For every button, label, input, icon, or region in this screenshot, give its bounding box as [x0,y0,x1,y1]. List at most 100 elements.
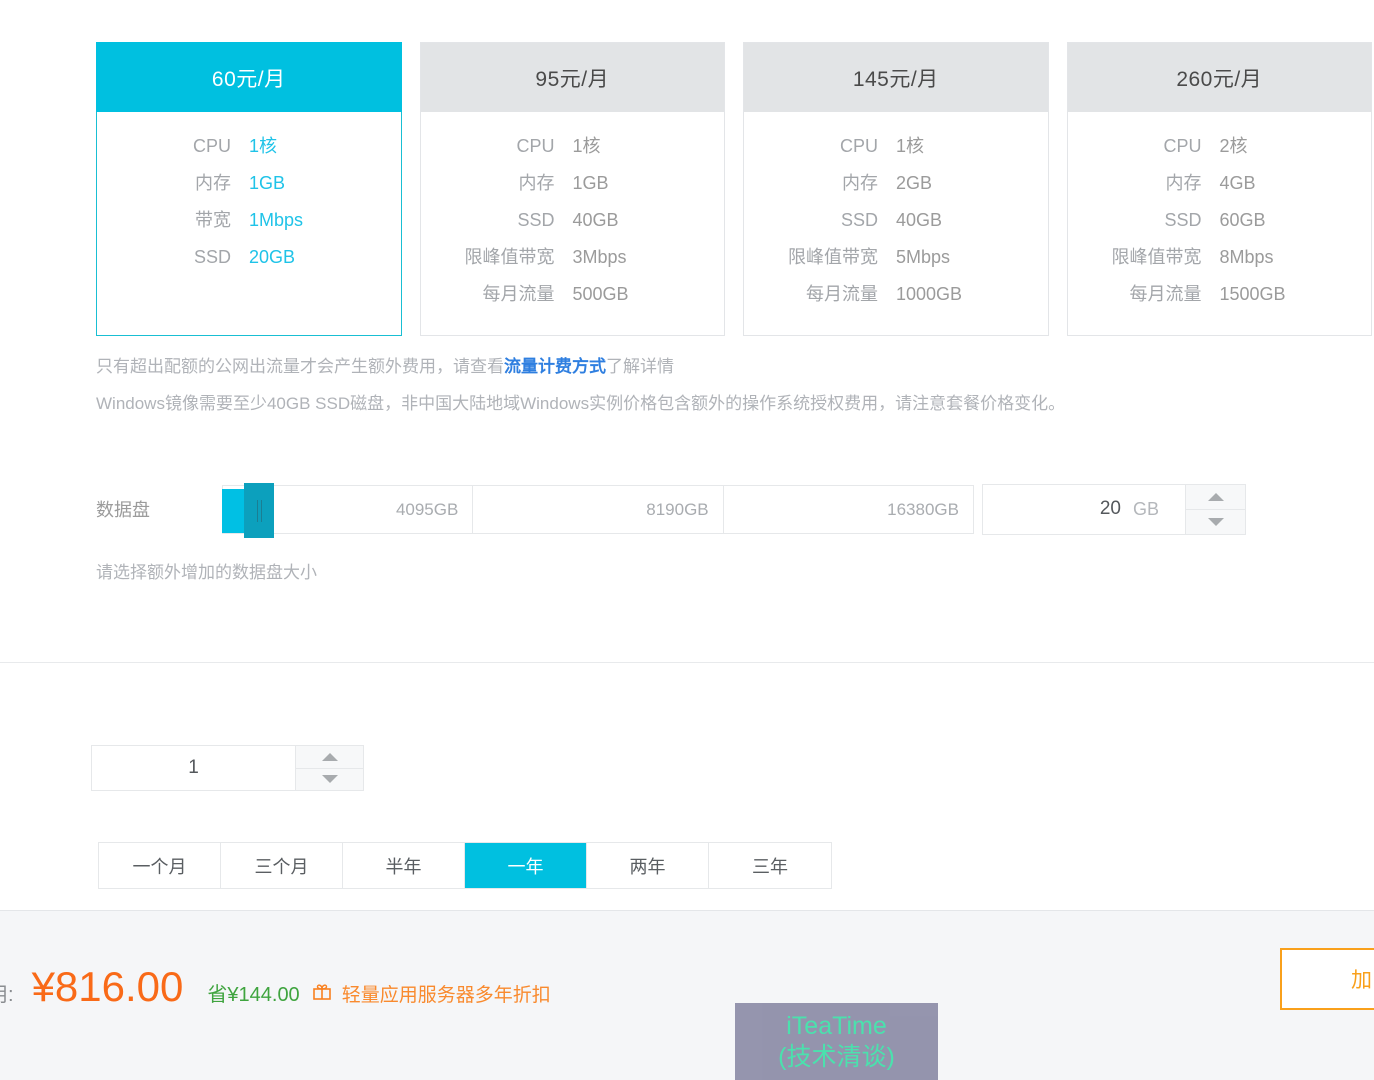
spec-label: 每月流量 [1129,284,1202,304]
spec-value: 500GB [572,284,629,304]
spec-label: 内存 [518,173,555,193]
handle-grip-line [260,499,262,522]
plan-card[interactable]: 60元/月 CPU 1核 内存 1GB 带宽 1Mbps SSD 20GB [96,42,402,336]
plan-spec-list: CPU 1核内存 1GB SSD 40GB 限峰值带宽 3Mbps 每月流量 500GB [421,112,725,335]
spec-label: SSD [1164,210,1202,230]
duration-tab[interactable]: 一个月 [99,843,221,888]
plan-spec-row: 限峰值带宽 5Mbps [744,239,1048,276]
chevron-up-icon [1207,492,1224,501]
slider-track[interactable]: 4095GB 8190GB 16380GB [222,485,974,534]
chevron-down-icon [321,775,338,784]
spec-value: 8Mbps [1219,247,1274,267]
plan-price-header: 95元/月 [419,42,725,112]
duration-tab[interactable]: 三个月 [221,843,343,888]
plan-spec-row: CPU 1核 [97,128,401,165]
spec-label: 限峰值带宽 [788,247,878,267]
data-disk-unit: GB [1133,498,1160,519]
gift-icon [312,981,332,1005]
spec-label: SSD [840,210,878,230]
spec-value: 40GB [572,210,619,230]
plan-spec-row: 内存 2GB [744,165,1048,202]
plan-spec-list: CPU 1核 内存 1GB 带宽 1Mbps SSD 20GB [97,112,401,320]
spec-value: 20GB [249,247,296,267]
spec-value: 1核 [896,136,925,156]
spec-value: 1核 [249,136,278,156]
spec-value: 1GB [572,173,609,193]
plan-card[interactable]: 95元/月 CPU 1核内存 1GB SSD 40GB 限峰值带宽 3Mbps 每月流量 500G… [419,42,725,336]
spec-label: CPU [1163,136,1202,156]
spec-value: 4GB [1219,173,1256,193]
spec-label: 限峰值带宽 [1111,247,1202,267]
plan-spec-row: 内存 4GB [1068,165,1372,202]
handle-grip-line [256,499,258,522]
duration-tab[interactable]: 两年 [587,843,709,888]
spec-value: 1Mbps [249,210,304,230]
duration-tab[interactable]: 三年 [709,843,831,888]
section-divider [0,662,1374,663]
spec-label: SSD [517,210,555,230]
quantity-decrement-button[interactable] [296,767,363,790]
note-text-before: 只有超出配额的公网出流量才会产生额外费用，请查看 [96,357,504,376]
plan-spec-row: 带宽 1Mbps [97,202,401,239]
watermark-line-1: iTeaTime [786,1011,887,1040]
spec-value: 2GB [896,173,933,193]
data-disk-increment-button[interactable] [1186,484,1245,509]
save-amount: 省¥144.00 [207,984,300,1006]
spec-value: 3Mbps [572,247,627,267]
plan-card[interactable]: 260元/月 CPU 2核 内存 4GB SSD 60GB 限峰值带宽 8Mbps 每月流量 150… [1066,42,1372,336]
duration-tab-group: 一个月 三个月 半年 一年 两年 三年 [98,842,832,889]
plan-spec-row: 每月流量 1500GB [1068,276,1372,313]
plan-spec-row: SSD 40GB [421,202,725,239]
total-price: ¥816.00 [31,963,184,1010]
spec-label: 内存 [842,173,878,193]
spec-value: 60GB [1219,210,1266,230]
quantity-stepper-buttons [295,746,363,790]
spec-value: 40GB [896,210,943,230]
plan-spec-row: CPU 1核 [421,128,725,165]
data-disk-decrement-button[interactable] [1186,508,1245,534]
quantity-increment-button[interactable] [296,746,363,768]
plan-price-header: 260元/月 [1066,42,1372,112]
price-line: 用: ¥816.00 省¥144.00 轻量应用服务器多年折扣 [0,963,551,1011]
duration-tab[interactable]: 半年 [343,843,465,888]
notes-block: 只有超出配额的公网出流量才会产生额外费用，请查看流量计费方式了解详情 Windo… [96,348,1336,422]
spec-label: 内存 [1165,173,1202,193]
slider-tick-1: 8190GB [473,486,724,533]
traffic-billing-link[interactable]: 流量计费方式 [504,357,606,376]
plan-spec-row: SSD 40GB [744,202,1048,239]
chevron-down-icon [1207,517,1224,526]
note-text-after: 了解详情 [606,357,674,376]
slider-handle[interactable] [244,483,274,538]
plan-spec-row: 每月流量 500GB [421,276,725,313]
spec-value: 2核 [1219,136,1248,156]
spec-value: 5Mbps [896,247,951,267]
plan-card[interactable]: 145元/月 CPU 1核 内存 2GB SSD 40GB 限峰值带宽 5Mbps 每月流量 100… [743,42,1049,336]
spec-label: CPU [839,136,878,156]
data-disk-hint: 请选择额外增加的数据盘大小 [96,563,317,582]
plan-spec-row: 内存 1GB [421,165,725,202]
data-disk-input[interactable]: 20 [983,485,1133,534]
watermark-line-2: (技术清谈) [778,1042,895,1071]
plan-spec-list: CPU 2核 内存 4GB SSD 60GB 限峰值带宽 8Mbps 每月流量 1500GB [1068,112,1372,335]
data-disk-label: 数据盘 [96,500,150,520]
quantity-input[interactable]: 1 [92,746,295,790]
plan-card-list: 60元/月 CPU 1核 内存 1GB 带宽 1Mbps SSD 20GB 95元/月 CPU 1核内… [96,42,1372,336]
plan-spec-list: CPU 1核 内存 2GB SSD 40GB 限峰值带宽 5Mbps 每月流量 1000GB [744,112,1048,335]
plan-price-header: 145元/月 [743,42,1049,112]
add-to-cart-button[interactable]: 加 [1280,948,1374,1010]
duration-tab[interactable]: 一年 [465,843,587,888]
plan-spec-row: SSD 60GB [1068,202,1372,239]
data-disk-slider[interactable]: 4095GB 8190GB 16380GB [222,481,974,538]
data-disk-row: 数据盘 4095GB 8190GB 16380GB 20 GB [96,480,1276,538]
spec-label: 限峰值带宽 [464,247,555,267]
spec-label: CPU [192,136,231,156]
plan-spec-row: 限峰值带宽 3Mbps [421,239,725,276]
spec-label: CPU [516,136,555,156]
plan-price-header: 60元/月 [96,42,402,112]
note-line-traffic: 只有超出配额的公网出流量才会产生额外费用，请查看流量计费方式了解详情 [96,348,1336,385]
plan-spec-row: CPU 1核 [744,128,1048,165]
spec-label: 每月流量 [806,284,878,304]
note-line-windows: Windows镜像需要至少40GB SSD磁盘，非中国大陆地域Windows实例… [96,394,1066,413]
promo-text: 轻量应用服务器多年折扣 [341,985,551,1006]
slider-tick-2: 16380GB [887,499,959,519]
